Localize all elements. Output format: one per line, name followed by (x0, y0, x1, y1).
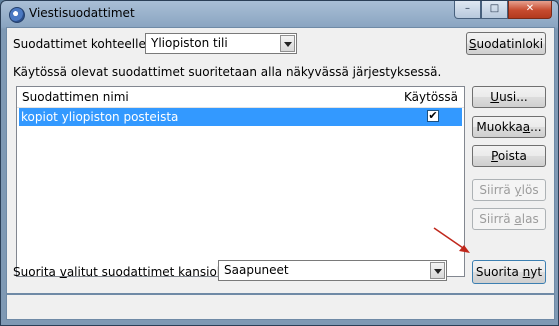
filter-name: kopiot yliopiston posteista (21, 110, 179, 124)
list-item[interactable]: kopiot yliopiston posteista ✔ (19, 108, 462, 126)
dialog-body: Suodattimet kohteelle: Yliopiston tili S… (6, 27, 555, 294)
info-text: Käytössä olevat suodattimet suoritetaan … (13, 65, 442, 79)
status-bar (6, 294, 555, 320)
chevron-down-icon[interactable] (280, 35, 295, 52)
delete-filter-button[interactable]: Poista (472, 145, 546, 167)
target-folder-value: Saapuneet (224, 263, 289, 277)
move-down-button[interactable]: Siirrä alas (472, 208, 546, 230)
minimize-button[interactable]: – (454, 1, 481, 19)
enabled-checkbox[interactable]: ✔ (427, 110, 439, 122)
window-title: Viestisuodattimet (29, 6, 135, 20)
app-icon (9, 7, 25, 23)
column-header-enabled[interactable]: Käytössä (404, 90, 458, 104)
run-selected-label: Suorita valitut suodattimet kansiolle: (13, 265, 235, 279)
column-header-name[interactable]: Suodattimen nimi (22, 90, 129, 104)
list-header: Suodattimen nimi Käytössä (17, 87, 464, 108)
filter-log-button[interactable]: Suodatinloki (466, 32, 546, 55)
close-button[interactable]: ✕ (508, 1, 552, 19)
title-bar[interactable]: Viestisuodattimet – □ ✕ (1, 1, 558, 27)
caption-buttons: – □ ✕ (454, 1, 552, 19)
account-select[interactable]: Yliopiston tili (145, 33, 297, 54)
account-select-value: Yliopiston tili (151, 36, 228, 50)
new-filter-button[interactable]: Uusi... (472, 86, 546, 108)
filters-for-label: Suodattimet kohteelle: (13, 37, 150, 51)
filter-list[interactable]: Suodattimen nimi Käytössä kopiot yliopis… (16, 86, 465, 277)
edit-filter-button[interactable]: Muokkaa... (472, 116, 546, 138)
move-up-button[interactable]: Siirrä ylös (472, 179, 546, 201)
filters-window: Viestisuodattimet – □ ✕ Suodattimet koht… (0, 0, 559, 326)
chevron-down-icon[interactable] (430, 262, 445, 279)
target-folder-select[interactable]: Saapuneet (218, 260, 447, 281)
run-now-button[interactable]: Suorita nyt (472, 260, 546, 284)
maximize-button[interactable]: □ (481, 1, 508, 19)
